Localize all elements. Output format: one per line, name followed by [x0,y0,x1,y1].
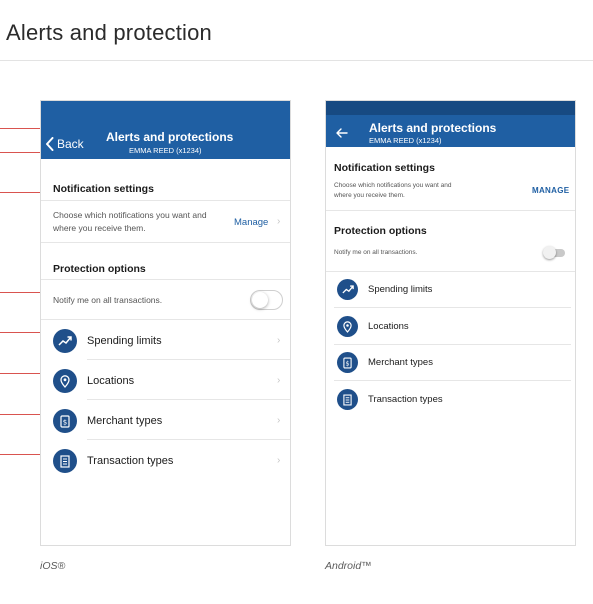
divider [326,210,575,211]
toggle-knob [252,292,268,308]
header-subtitle: EMMA REED (x1234) [369,136,442,145]
trend-up-icon [53,329,77,353]
row-label: Locations [87,375,135,387]
ios-screen: Back Alerts and protections EMMA REED (x… [40,100,291,546]
divider [326,271,575,272]
notification-settings-title: Notification settings [334,162,435,174]
android-screen: Alerts and protections EMMA REED (x1234)… [325,100,576,546]
svg-text:$: $ [63,418,67,426]
page-title: Alerts and protection [6,20,212,45]
divider [334,307,571,308]
divider [41,279,290,280]
row-label: Locations [368,321,409,332]
transaction-document-icon [337,389,358,410]
divider [334,344,571,345]
chevron-right-icon: › [277,216,281,227]
location-pin-icon [53,369,77,393]
divider [41,242,290,243]
divider [87,359,290,360]
arrow-left-icon [336,128,348,138]
merchant-receipt-icon: $ [337,352,358,373]
callout-line-back [0,152,44,153]
divider [41,319,290,320]
trend-up-icon [337,279,358,300]
chevron-right-icon: › [277,335,281,346]
manage-link[interactable]: MANAGE [532,186,569,195]
chevron-left-icon [46,137,54,151]
divider [87,399,290,400]
back-button[interactable]: Back [45,137,84,151]
divider [41,200,290,201]
row-label: Spending limits [368,284,433,295]
header-subtitle: EMMA REED (x1234) [129,146,202,155]
ios-header: Back Alerts and protections EMMA REED (x… [41,101,290,159]
merchant-receipt-icon: $ [53,409,77,433]
status-bar [326,101,575,115]
back-label: Back [57,137,84,151]
header-title: Alerts and protections [369,121,497,135]
manage-link[interactable]: Manage [234,217,268,228]
protection-options-title: Protection options [334,225,427,237]
notification-settings-title: Notification settings [53,183,154,195]
title-divider [0,60,593,61]
location-pin-icon [337,316,358,337]
chevron-right-icon: › [277,455,281,466]
row-label: Merchant types [87,415,163,427]
notify-all-label: Notify me on all transactions. [334,249,418,256]
back-arrow-button[interactable] [336,125,348,143]
divider [334,380,571,381]
row-label: Transaction types [87,455,174,467]
row-label: Transaction types [368,394,443,405]
transaction-document-icon [53,449,77,473]
row-label: Spending limits [87,335,162,347]
divider [87,439,290,440]
toggle-knob [543,246,556,259]
notification-description: Choose which notifications you want and … [334,182,452,199]
notify-all-label: Notify me on all transactions. [53,295,163,305]
notification-description: Choose which notifications you want and … [53,210,207,233]
android-header: Alerts and protections EMMA REED (x1234) [326,101,575,147]
ios-caption: iOS® [40,560,66,572]
row-label: Merchant types [368,357,433,368]
chevron-right-icon: › [277,415,281,426]
chevron-right-icon: › [277,375,281,386]
protection-options-title: Protection options [53,263,146,275]
notify-all-toggle[interactable] [250,290,283,310]
svg-text:$: $ [345,360,349,367]
android-caption: Android™ [325,560,372,572]
header-title: Alerts and protections [106,130,234,144]
notify-all-toggle[interactable] [543,246,565,259]
